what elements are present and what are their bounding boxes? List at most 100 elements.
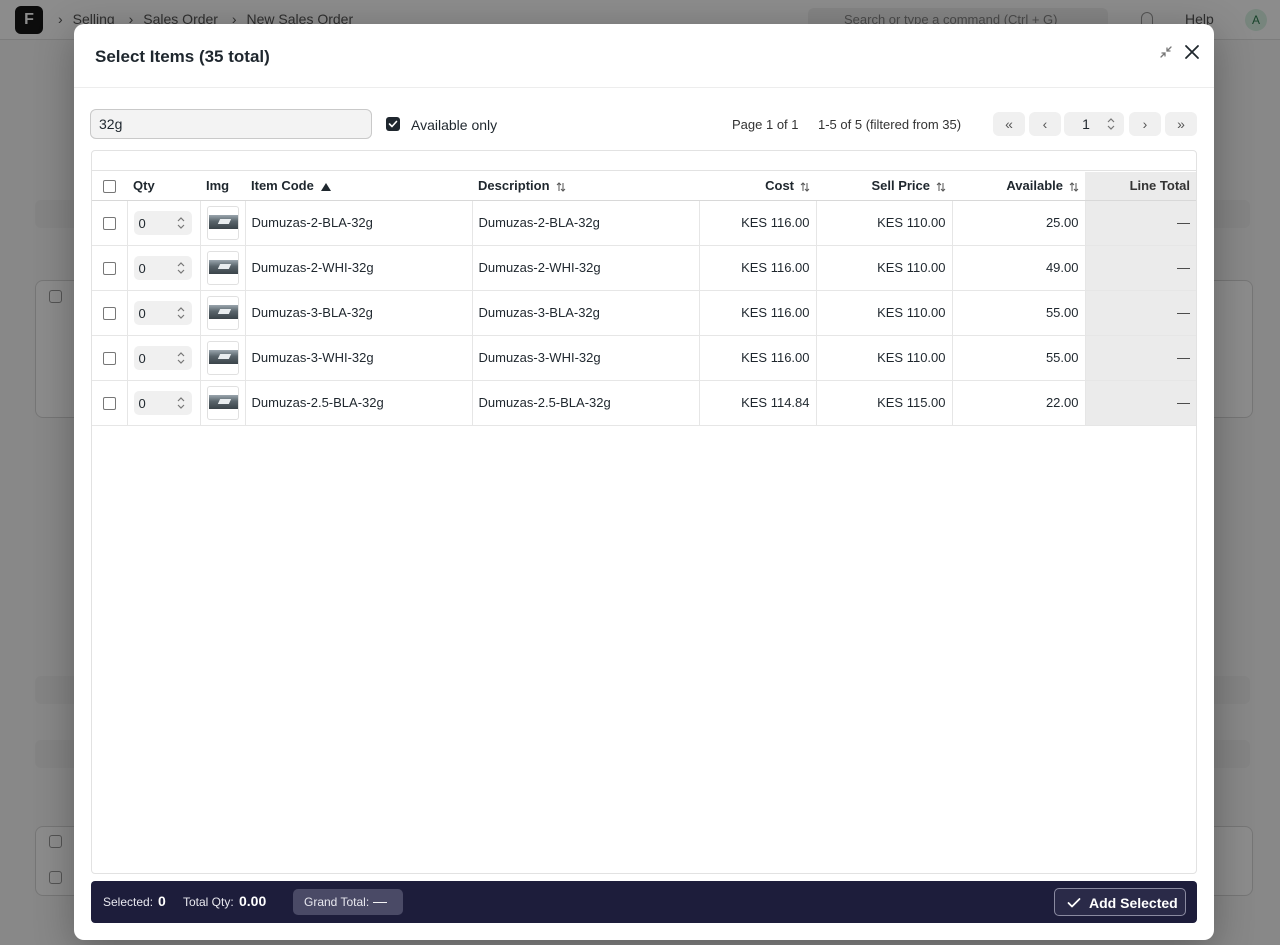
selection-summary-bar: Selected: 0 Total Qty: 0.00 Grand Total:… [91,881,1197,923]
check-icon [1067,898,1081,908]
qty-cell: 0 [127,245,201,291]
row-checkbox[interactable] [102,217,116,231]
stepper-icon[interactable] [176,260,186,276]
cost-cell: KES 116.00 [699,290,817,336]
table-row[interactable]: 0 Dumuzas-3-BLA-32g Dumuzas-3-BLA-32g KES 1… [92,290,1196,336]
page-number-value: 1 [1082,116,1090,132]
sort-icon [936,182,946,192]
qty-stepper[interactable]: 0 [133,390,192,415]
img-cell [200,380,246,426]
qty-value: 0 [138,395,146,411]
table-row[interactable]: 0 Dumuzas-2-BLA-32g Dumuzas-2-BLA-32g KES 1… [92,200,1196,246]
available-only-label[interactable]: Available only [411,117,497,133]
stepper-icon[interactable] [176,215,186,231]
qty-stepper[interactable]: 0 [133,345,192,370]
grand-total-value: — [373,893,387,909]
item-code-cell: Dumuzas-2.5-BLA-32g [245,380,473,426]
select-items-dialog: Select Items (35 total) Available only P… [74,24,1214,940]
header-qty: Qty [127,172,200,201]
cost-cell: KES 116.00 [699,245,817,291]
available-cell: 49.00 [952,245,1086,291]
first-page-button[interactable]: « [993,112,1025,136]
table-row[interactable]: 0 Dumuzas-2-WHI-32g Dumuzas-2-WHI-32g KES 1… [92,245,1196,291]
header-line-total: Line Total [1085,172,1196,201]
stepper-icon[interactable] [1106,116,1116,132]
search-input[interactable] [90,109,372,139]
qty-value: 0 [138,260,146,276]
line-total-cell: — [1085,245,1196,291]
sell-price-cell: KES 110.00 [816,335,953,381]
selected-count: 0 [158,893,166,909]
last-page-button[interactable]: » [1165,112,1197,136]
qty-stepper[interactable]: 0 [133,255,192,280]
item-code-cell: Dumuzas-3-BLA-32g [245,290,473,336]
grand-total-badge: Grand Total: — [293,889,403,915]
description-cell: Dumuzas-2-WHI-32g [472,245,700,291]
item-thumbnail[interactable] [206,250,239,285]
items-table: Qty Img Item Code Description Cost Sell … [91,150,1197,874]
select-all-checkbox[interactable] [103,180,116,194]
cost-cell: KES 114.84 [699,380,817,426]
page-info: Page 1 of 1 [732,117,799,132]
stepper-icon[interactable] [176,305,186,321]
sell-price-cell: KES 110.00 [816,200,953,246]
sort-ascending-icon [320,182,331,191]
row-select-cell [92,245,128,291]
row-select-cell [92,335,128,381]
line-total-cell: — [1085,380,1196,426]
dialog-title: Select Items (35 total) [95,47,270,66]
table-row[interactable]: 0 Dumuzas-2.5-BLA-32g Dumuzas-2.5-BLA-32g K… [92,380,1196,426]
sell-price-cell: KES 115.00 [816,380,953,426]
cost-cell: KES 116.00 [699,200,817,246]
header-cost[interactable]: Cost [699,172,816,201]
line-total-cell: — [1085,335,1196,381]
item-thumbnail[interactable] [206,340,239,375]
row-select-cell [92,380,128,426]
table-top-spacer [92,151,1196,171]
cost-cell: KES 116.00 [699,335,817,381]
qty-stepper[interactable]: 0 [133,300,192,325]
add-selected-label: Add Selected [1089,895,1178,911]
available-only-checkbox[interactable] [386,117,400,131]
img-cell [200,245,246,291]
minimize-icon[interactable] [1156,42,1176,62]
qty-stepper[interactable]: 0 [133,210,192,235]
total-qty-value: 0.00 [239,893,267,909]
stepper-icon[interactable] [176,395,186,411]
available-cell: 22.00 [952,380,1086,426]
close-icon[interactable] [1180,40,1204,64]
next-page-button[interactable]: › [1129,112,1161,136]
header-description[interactable]: Description [472,172,699,201]
img-cell [200,290,246,336]
item-thumbnail[interactable] [206,385,239,420]
header-sell-price[interactable]: Sell Price [816,172,952,201]
stepper-icon[interactable] [176,350,186,366]
description-cell: Dumuzas-2-BLA-32g [472,200,700,246]
qty-cell: 0 [127,380,201,426]
header-item-code[interactable]: Item Code [245,172,472,201]
description-cell: Dumuzas-3-BLA-32g [472,290,700,336]
available-cell: 55.00 [952,290,1086,336]
row-checkbox[interactable] [102,262,116,276]
total-qty-label: Total Qty: [183,895,234,909]
table-row[interactable]: 0 Dumuzas-3-WHI-32g Dumuzas-3-WHI-32g KES 1… [92,335,1196,381]
sort-icon [556,182,565,192]
row-checkbox[interactable] [102,307,116,321]
available-cell: 55.00 [952,335,1086,381]
page-number-input[interactable]: 1 [1064,112,1124,136]
row-checkbox[interactable] [102,397,116,411]
prev-page-button[interactable]: ‹ [1029,112,1061,136]
qty-value: 0 [138,350,146,366]
row-select-cell [92,290,128,336]
header-available[interactable]: Available [952,172,1085,201]
qty-value: 0 [138,305,146,321]
selected-label: Selected: [103,895,154,909]
add-selected-button[interactable]: Add Selected [1054,888,1186,916]
grand-total-label: Grand Total: [304,895,370,909]
item-thumbnail[interactable] [206,295,239,330]
item-thumbnail[interactable] [206,205,239,240]
line-total-cell: — [1085,200,1196,246]
qty-value: 0 [138,215,146,231]
img-cell [200,335,246,381]
row-checkbox[interactable] [102,352,116,366]
